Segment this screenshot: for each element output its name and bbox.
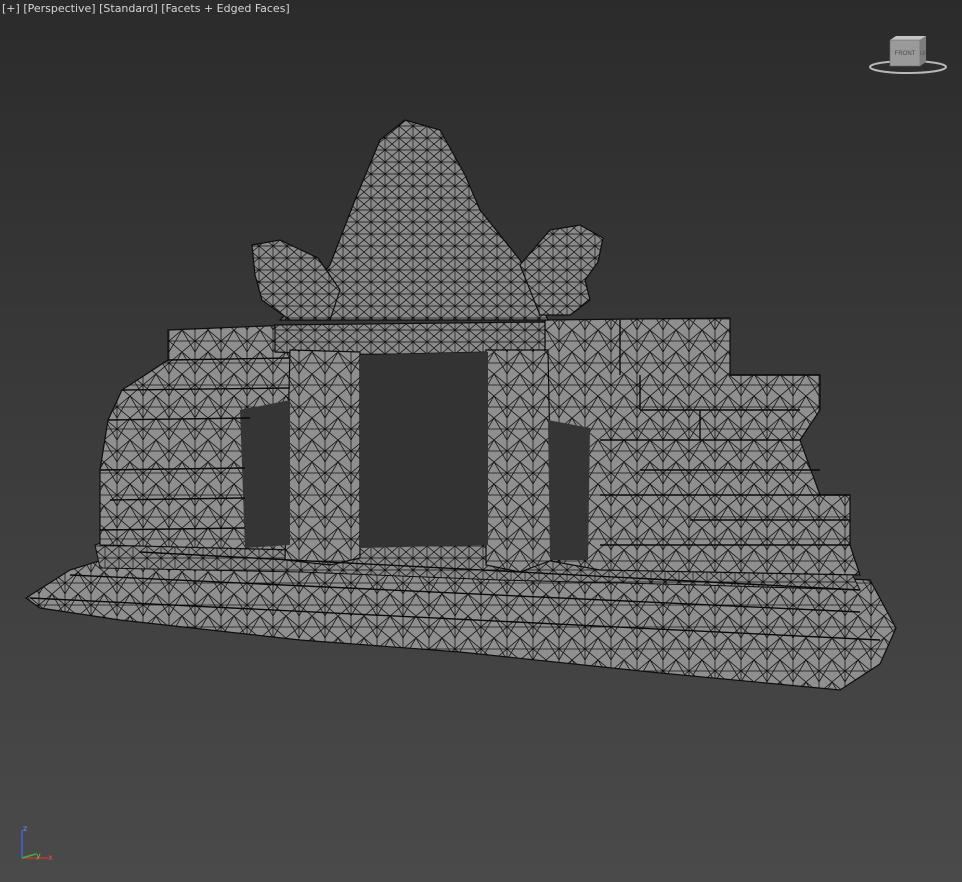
- right-window-opening: [548, 420, 590, 560]
- right-wall: [544, 317, 861, 576]
- viewcube[interactable]: FRONT LF: [868, 32, 948, 76]
- viewcube-front-label: FRONT: [895, 51, 916, 57]
- pediment-left-horn: [251, 239, 341, 321]
- left-pillar: [284, 349, 361, 566]
- axis-y-label: y: [36, 851, 41, 860]
- viewport-canvas[interactable]: [0, 0, 962, 882]
- right-pillar: [485, 349, 553, 573]
- left-window-opening: [240, 400, 290, 548]
- temple-ruin-mesh[interactable]: [24, 119, 897, 691]
- doorway-opening: [360, 352, 488, 548]
- axis-z-label: z: [23, 824, 27, 833]
- viewcube-top-face[interactable]: [890, 36, 926, 40]
- viewcube-side-label: LF: [920, 51, 926, 57]
- axis-tripod: z y x: [21, 824, 53, 862]
- axis-x-label: x: [48, 853, 53, 862]
